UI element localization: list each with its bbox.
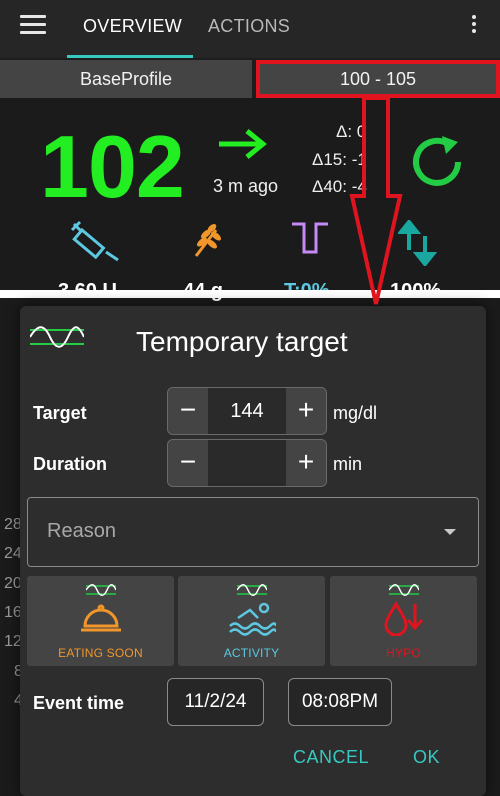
eating-soon-button[interactable]: EATING SOON <box>27 576 174 666</box>
dialog-title: Temporary target <box>136 326 348 357</box>
activity-button[interactable]: ACTIVITY <box>178 576 325 666</box>
target-decrement-button[interactable]: − <box>168 388 208 434</box>
target-increment-button[interactable]: + <box>286 388 326 434</box>
duration-decrement-button[interactable]: − <box>168 440 208 486</box>
top-app-bar: OVERVIEW ACTIONS <box>0 0 500 58</box>
temp-basal-icon[interactable] <box>290 220 330 256</box>
target-stepper: − 144 + <box>167 387 327 435</box>
ok-button[interactable]: OK <box>413 747 440 768</box>
syringe-icon[interactable] <box>70 220 122 262</box>
profile-button[interactable]: BaseProfile <box>0 60 252 98</box>
activity-label: ACTIVITY <box>223 646 280 660</box>
active-tab-indicator <box>67 55 193 58</box>
reason-dropdown[interactable]: Reason <box>27 497 479 567</box>
wheat-icon[interactable] <box>192 220 226 260</box>
temp-target-icon <box>85 584 116 596</box>
event-time-label: Event time <box>33 693 125 713</box>
reason-placeholder: Reason <box>47 520 116 542</box>
screenshot-divider <box>0 290 500 298</box>
duration-label: Duration <box>33 454 107 474</box>
swimmer-icon <box>228 602 276 636</box>
right-arrow-icon <box>219 129 267 159</box>
temp-target-icon <box>236 584 267 596</box>
target-label: Target <box>33 403 87 423</box>
up-down-arrows-icon[interactable] <box>398 220 438 266</box>
annotation-arrow-icon <box>349 96 403 305</box>
cancel-button[interactable]: CANCEL <box>293 747 369 768</box>
event-time-button[interactable]: 08:08PM <box>288 678 392 726</box>
hypo-button[interactable]: HYPO <box>330 576 477 666</box>
duration-input[interactable] <box>208 440 286 486</box>
profile-row: BaseProfile 100 - 105 <box>0 60 500 98</box>
temp-target-icon <box>388 584 419 596</box>
bg-value[interactable]: 102 <box>40 116 185 218</box>
tab-overview[interactable]: OVERVIEW <box>83 16 182 37</box>
duration-increment-button[interactable]: + <box>286 440 326 486</box>
event-date-button[interactable]: 11/2/24 <box>167 678 264 726</box>
temporary-target-dialog: Temporary target Target − 144 + mg/dl Du… <box>20 306 486 796</box>
hamburger-menu-icon[interactable] <box>20 15 46 37</box>
eating-soon-label: EATING SOON <box>58 646 143 660</box>
duration-unit: min <box>333 454 363 474</box>
dropdown-caret-icon <box>444 529 456 535</box>
target-range-button[interactable]: 100 - 105 <box>256 60 500 98</box>
target-unit: mg/dl <box>333 403 378 423</box>
tab-actions[interactable]: ACTIONS <box>208 16 290 37</box>
blood-drop-down-icon <box>383 601 423 636</box>
duration-stepper: − + <box>167 439 327 487</box>
vertical-dots-icon[interactable] <box>470 15 478 37</box>
target-input[interactable]: 144 <box>208 388 286 434</box>
hypo-label: HYPO <box>386 646 421 660</box>
bg-age: 3 m ago <box>213 176 279 196</box>
temp-target-icon <box>30 326 84 348</box>
cloche-icon <box>80 604 121 632</box>
refresh-icon[interactable] <box>408 134 468 190</box>
